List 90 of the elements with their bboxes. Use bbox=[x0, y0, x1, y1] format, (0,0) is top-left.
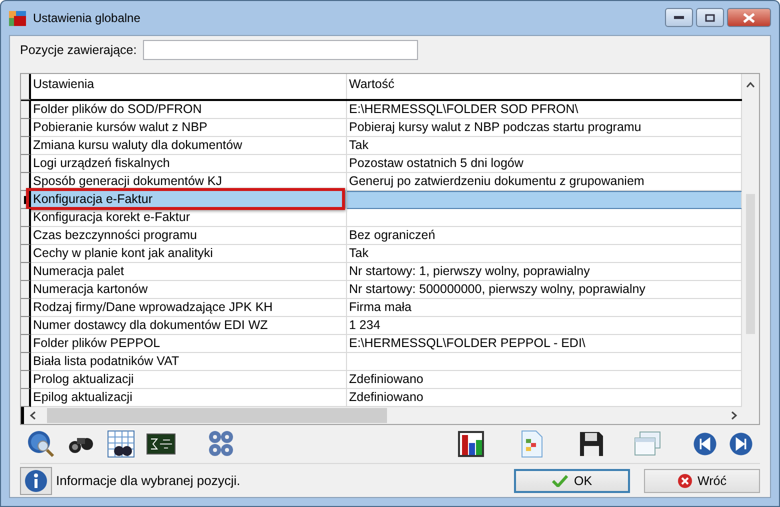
table-cell: Prolog aktualizacji bbox=[31, 371, 347, 388]
filter-field[interactable] bbox=[142, 40, 418, 60]
ok-button[interactable]: OK bbox=[514, 468, 630, 492]
table-search-icon[interactable] bbox=[106, 429, 136, 459]
column-header[interactable]: Ustawienia bbox=[31, 74, 347, 99]
table-cell: Tak bbox=[349, 246, 368, 260]
table-cell: Nr startowy: 500000000, pierwszy wolny, poprawialny bbox=[349, 282, 646, 296]
table-cell: 1 234 bbox=[349, 318, 380, 332]
cancel-icon bbox=[678, 474, 692, 488]
table-cell: Folder plików PEPPOL bbox=[31, 335, 347, 352]
close-icon bbox=[743, 12, 755, 22]
scroll-thumb[interactable] bbox=[47, 408, 387, 423]
table-cell: Rodzaj firmy/Dane wprowadzające JPK KH bbox=[31, 299, 347, 316]
table-cell: Tak bbox=[349, 138, 368, 152]
table-cell: Sposób generacji dokumentów KJ bbox=[31, 173, 347, 190]
table-cell: Logi urządzeń fiskalnych bbox=[31, 155, 347, 172]
bar-chart-icon[interactable] bbox=[456, 429, 486, 459]
filter-label: Pozycje zawierające: bbox=[20, 43, 137, 57]
table-cell: Czas bezczynności programu bbox=[31, 227, 347, 244]
table-cell: Bez ograniczeń bbox=[349, 228, 436, 242]
row-header-cell[interactable] bbox=[21, 389, 31, 407]
table-row[interactable]: Prolog aktualizacji Zdefiniowano bbox=[21, 371, 742, 389]
row-header-cell[interactable] bbox=[21, 137, 31, 155]
table-row[interactable]: Biała lista podatników VAT bbox=[21, 353, 742, 371]
row-header-cell[interactable] bbox=[21, 335, 31, 353]
table-cell: Nr startowy: 1, pierwszy wolny, poprawialny bbox=[349, 264, 590, 278]
table-cell: Biała lista podatników VAT bbox=[31, 353, 347, 370]
table-cell: Generuj po zatwierdzeniu dokumentu z grupowaniem bbox=[349, 174, 644, 188]
row-header-cell[interactable] bbox=[21, 227, 31, 245]
vertical-scrollbar[interactable] bbox=[742, 74, 759, 407]
table-row[interactable]: Rodzaj firmy/Dane wprowadzające JPK KH Firma mała bbox=[21, 299, 742, 317]
row-header-cell[interactable] bbox=[21, 155, 31, 173]
row-header-cell[interactable] bbox=[21, 263, 31, 281]
search-icon[interactable] bbox=[26, 429, 56, 459]
table-row[interactable]: Numer dostawcy dla dokumentów EDI WZ 1 234 bbox=[21, 317, 742, 335]
table-cell: Folder plików do SOD/PFRON bbox=[31, 101, 347, 118]
row-header-cell[interactable] bbox=[21, 281, 31, 299]
table-row[interactable]: Numeracja palet Nr startowy: 1, pierwszy wolny, poprawialny bbox=[21, 263, 742, 281]
table-cell: Numeracja kartonów bbox=[31, 281, 347, 298]
scroll-marker bbox=[21, 407, 24, 424]
row-header-cell[interactable] bbox=[21, 173, 31, 191]
table-cell: Pobieranie kursów walut z NBP bbox=[31, 119, 347, 136]
row-header-cell[interactable] bbox=[21, 119, 31, 137]
table-cell: Zdefiniowano bbox=[349, 390, 424, 404]
table-cell: Pobieraj kursy walut z NBP podczas startu programu bbox=[349, 120, 642, 134]
table-row[interactable]: Pobieranie kursów walut z NBP Pobieraj kursy walut z NBP podczas startu programu bbox=[21, 119, 742, 137]
maximize-icon bbox=[705, 14, 715, 22]
close-button[interactable] bbox=[727, 8, 771, 27]
table-cell: Epilog aktualizacji bbox=[31, 389, 347, 406]
first-record-icon[interactable] bbox=[692, 431, 718, 457]
table-row[interactable]: Cechy w planie kont jak analityki Tak bbox=[21, 245, 742, 263]
row-header-cell[interactable] bbox=[21, 299, 31, 317]
table-cell: Zmiana kursu waluty dla dokumentów bbox=[31, 137, 347, 154]
table-row[interactable]: Folder plików do SOD/PFRON E:\HERMESSQL\FOLDER SOD PFRON\ bbox=[21, 101, 742, 119]
table-cell: Pozostaw ostatnich 5 dni logów bbox=[349, 156, 524, 170]
table-cell: Konfiguracja e-Faktur bbox=[31, 191, 347, 208]
table-row[interactable]: Czas bezczynności programu Bez ograniczeń bbox=[21, 227, 742, 245]
row-header-cell[interactable] bbox=[21, 317, 31, 335]
scroll-right-icon[interactable] bbox=[729, 411, 739, 420]
table-row[interactable]: Konfiguracja korekt e-Faktur bbox=[21, 209, 742, 227]
row-header-cell[interactable] bbox=[21, 101, 31, 119]
last-record-icon[interactable] bbox=[728, 431, 754, 457]
table-cell: Numeracja palet bbox=[31, 263, 347, 280]
status-text: Informacje dla wybranej pozycji. bbox=[56, 473, 240, 488]
minimize-icon bbox=[674, 16, 684, 20]
table-cell: E:\HERMESSQL\FOLDER SOD PFRON\ bbox=[349, 102, 578, 116]
table-cell: Konfiguracja korekt e-Faktur bbox=[31, 209, 347, 226]
app-icon bbox=[9, 9, 27, 27]
table-row[interactable]: Logi urządzeń fiskalnych Pozostaw ostatnich 5 dni logów bbox=[21, 155, 742, 173]
scroll-up-icon[interactable] bbox=[746, 82, 755, 88]
horizontal-scrollbar[interactable] bbox=[21, 407, 759, 424]
cancel-button[interactable]: Wróć bbox=[644, 468, 760, 492]
maximize-button[interactable] bbox=[696, 8, 724, 27]
row-header-cell[interactable] bbox=[21, 209, 31, 227]
table-cell: Numer dostawcy dla dokumentów EDI WZ bbox=[31, 317, 347, 334]
table-cell: Firma mała bbox=[349, 300, 412, 314]
window-title: Ustawienia globalne bbox=[33, 11, 140, 25]
table-cell: E:\HERMESSQL\FOLDER PEPPOL - EDI\ bbox=[349, 336, 586, 350]
table-cell: Zdefiniowano bbox=[349, 372, 424, 386]
table-row[interactable]: Folder plików PEPPOL E:\HERMESSQL\FOLDER PEPPOL - EDI\ bbox=[21, 335, 742, 353]
minimize-button[interactable] bbox=[665, 8, 693, 27]
table-cell: Cechy w planie kont jak analityki bbox=[31, 245, 347, 262]
row-header-cell[interactable] bbox=[21, 353, 31, 371]
row-header-cell[interactable] bbox=[21, 371, 31, 389]
scroll-thumb[interactable] bbox=[746, 194, 755, 334]
row-header-cell[interactable] bbox=[21, 245, 31, 263]
info-button[interactable] bbox=[20, 466, 52, 494]
table-row[interactable]: Zmiana kursu waluty dla dokumentów Tak bbox=[21, 137, 742, 155]
check-icon bbox=[552, 474, 568, 486]
table-row[interactable]: Numeracja kartonów Nr startowy: 500000000, pierwszy wolny, poprawialny bbox=[21, 281, 742, 299]
